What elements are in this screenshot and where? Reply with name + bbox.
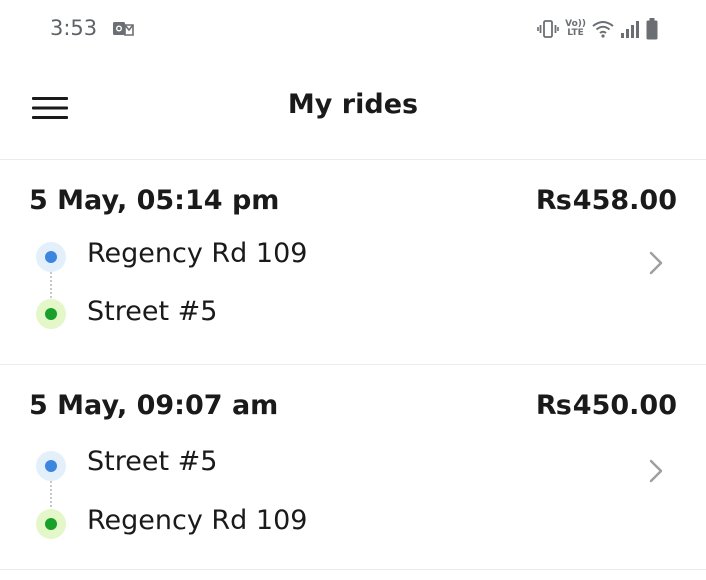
signal-icon — [620, 19, 640, 39]
page-title: My rides — [287, 89, 419, 120]
dropoff-dot-icon — [36, 509, 66, 539]
fare-currency: Rs — [535, 185, 572, 216]
status-time: 3:53 — [50, 16, 98, 40]
ride-list: 5 May, 05:14 pm Rs 458.00 Regency Rd 109… — [0, 160, 706, 570]
ride-datetime: 5 May, 05:14 pm — [29, 185, 280, 216]
ride-card[interactable]: 5 May, 05:14 pm Rs 458.00 Regency Rd 109… — [0, 160, 706, 365]
dropoff-dot-icon — [36, 299, 66, 329]
pickup-dot-icon — [36, 451, 66, 481]
ride-card[interactable]: 5 May, 09:07 am Rs 450.00 Street #5 Rege… — [0, 365, 706, 570]
ride-fare: Rs 458.00 — [536, 185, 677, 216]
ride-datetime: 5 May, 09:07 am — [29, 390, 279, 421]
pickup-dot-icon — [36, 242, 66, 272]
volte-line2: LTE — [567, 28, 584, 38]
dropoff-location: Street #5 — [87, 296, 218, 327]
wifi-icon — [592, 19, 614, 39]
chevron-right-icon — [649, 251, 663, 275]
outlook-mail-icon — [112, 19, 134, 39]
pickup-location: Regency Rd 109 — [87, 238, 308, 269]
battery-icon — [646, 18, 658, 40]
dropoff-location: Regency Rd 109 — [87, 505, 308, 536]
status-bar: 3:53 Vo)) LTE — [0, 0, 706, 58]
status-icons: Vo)) LTE — [537, 16, 658, 42]
volte-icon: Vo)) LTE — [565, 20, 586, 38]
chevron-right-icon — [649, 459, 663, 483]
ride-fare: Rs 450.00 — [536, 390, 677, 421]
fare-amount: 450.00 — [572, 390, 677, 421]
vibrate-icon — [537, 19, 559, 39]
fare-amount: 458.00 — [572, 185, 677, 216]
app-header: My rides — [0, 58, 706, 160]
fare-currency: Rs — [535, 390, 572, 421]
pickup-location: Street #5 — [87, 446, 218, 477]
